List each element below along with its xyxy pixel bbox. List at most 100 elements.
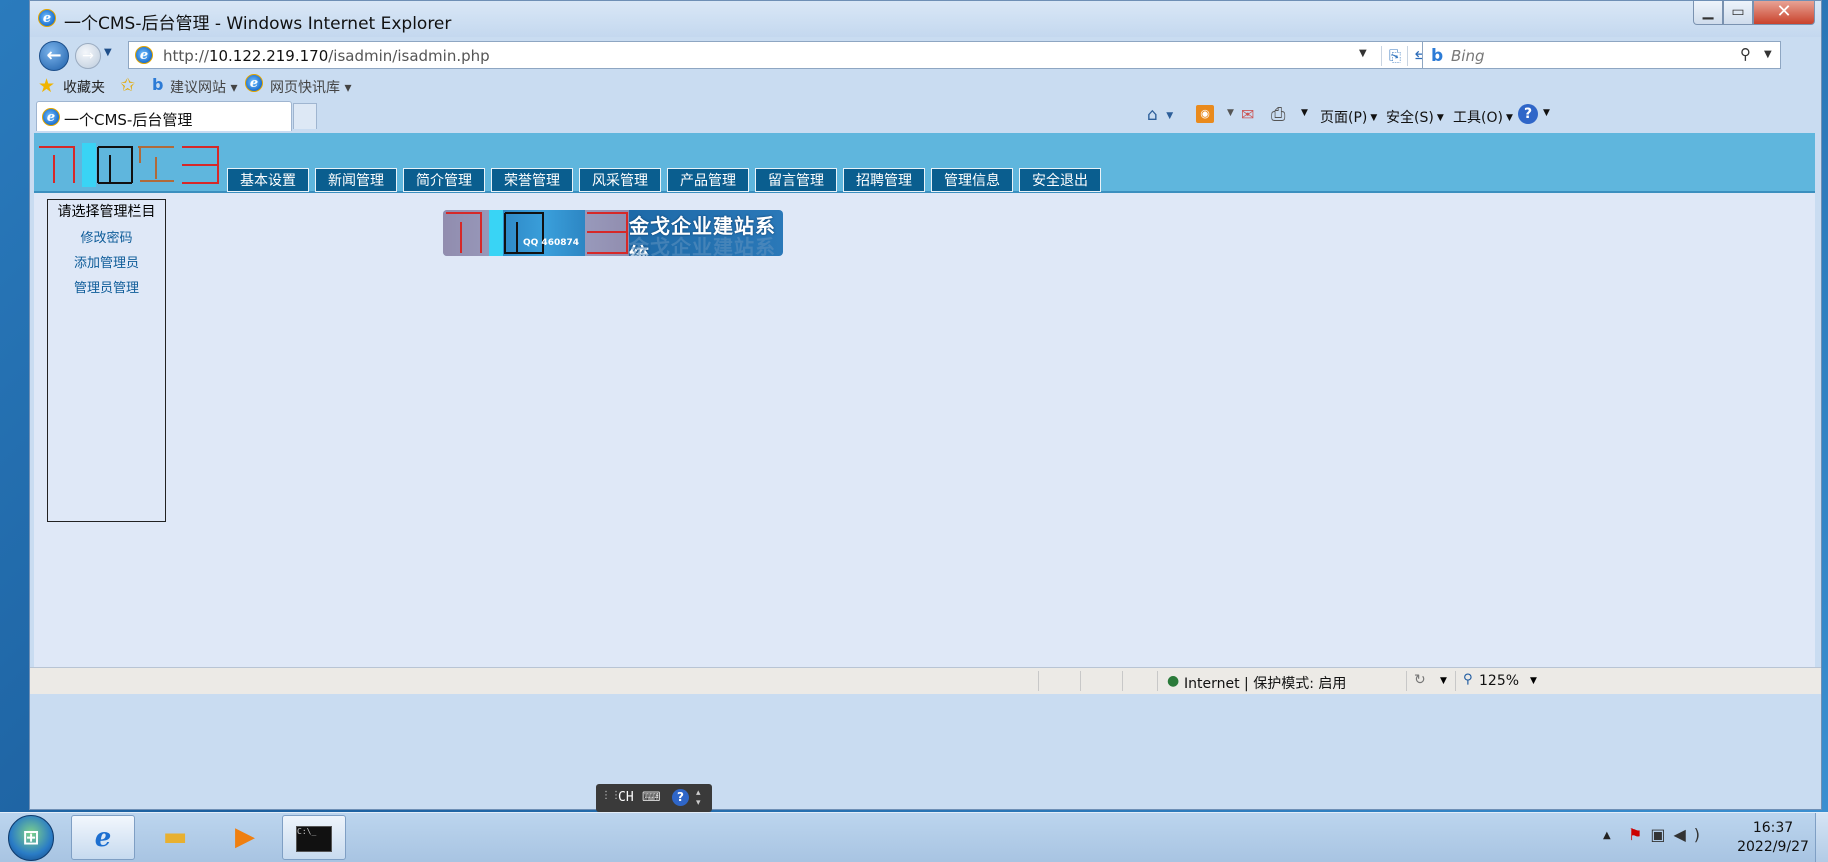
nav-news-management[interactable]: 新闻管理	[315, 168, 397, 192]
help-icon[interactable]: ?	[672, 789, 689, 806]
tab-bar: e 一个CMS-后台管理 ⌂ ▼ ◉ ▼ ✉ ⎙ ▼ 页面(P) ▼ 安全(S) ▼…	[30, 99, 1821, 133]
network-icon[interactable]: ▣	[1650, 825, 1673, 844]
security-zone-status[interactable]: Internet | 保护模式: 启用	[1184, 673, 1346, 693]
recent-pages-dropdown-icon[interactable]: ▼	[104, 47, 112, 58]
help-icon[interactable]: ?	[1518, 104, 1538, 124]
banner-qq: QQ 460874	[523, 238, 580, 248]
volume-icon[interactable]: ◀)	[1673, 825, 1708, 844]
address-dropdown-icon[interactable]: ▼	[1359, 48, 1367, 59]
ie-icon: e	[42, 108, 60, 126]
chevron-down-icon: ▼	[1436, 113, 1444, 123]
status-separator	[1455, 671, 1456, 691]
web-slice-gallery-button[interactable]: 网页快讯库 ▾	[270, 77, 351, 97]
chevron-down-icon[interactable]: ▼	[1440, 676, 1447, 686]
help-dropdown-icon[interactable]: ▼	[1543, 108, 1550, 118]
side-link-manage-admins[interactable]: 管理员管理	[48, 277, 165, 296]
favorites-star-icon[interactable]: ★	[38, 75, 55, 97]
nav-style-management[interactable]: 风采管理	[579, 168, 661, 192]
banner-title-reflection: 金戈企业建站系统	[629, 235, 776, 256]
home-icon[interactable]: ⌂ ▼	[1147, 105, 1173, 125]
tools-menu[interactable]: 工具(O) ▼	[1453, 107, 1513, 127]
ie-window: e 一个CMS-后台管理 - Windows Internet Explorer…	[29, 0, 1822, 810]
title-bar: e 一个CMS-后台管理 - Windows Internet Explorer…	[30, 1, 1821, 37]
chevron-down-icon: ▼	[1505, 113, 1513, 123]
page-icon: e	[135, 46, 153, 64]
status-separator	[1157, 671, 1158, 691]
popup-blocker-icon[interactable]: ↻	[1414, 672, 1426, 688]
nav-admin-info[interactable]: 管理信息	[931, 168, 1013, 192]
new-tab-button[interactable]	[293, 103, 317, 129]
status-separator	[1038, 671, 1039, 691]
search-icon[interactable]: ⚲	[1740, 45, 1751, 63]
status-separator	[1080, 671, 1081, 691]
zoom-dropdown-icon[interactable]: ▼	[1530, 676, 1537, 686]
chevron-down-icon: ▼	[1370, 113, 1378, 123]
navigation-bar: ← → ▼ e http://10.122.219.170/isadmin/is…	[30, 37, 1821, 75]
clock-date[interactable]: 2022/9/27	[1728, 839, 1818, 855]
mail-icon[interactable]: ✉	[1241, 105, 1254, 124]
address-url[interactable]: http://10.122.219.170/isadmin/isadmin.ph…	[163, 47, 490, 65]
window-title: 一个CMS-后台管理 - Windows Internet Explorer	[64, 14, 452, 34]
status-separator	[1122, 671, 1123, 691]
page-menu[interactable]: 页面(P) ▼	[1320, 107, 1377, 127]
forward-arrow-icon[interactable]: →	[75, 43, 101, 69]
command-prompt-icon[interactable]: C:\_	[282, 815, 346, 860]
url-host: 10.122.219.170	[208, 47, 329, 65]
favorites-bar: ★ 收藏夹 ✩ b 建议网站 ▾ e 网页快讯库 ▾	[30, 74, 1821, 99]
search-options-dropdown-icon[interactable]: ▼	[1764, 49, 1772, 60]
side-link-change-password[interactable]: 修改密码	[48, 227, 165, 246]
tab-cms-admin[interactable]: e 一个CMS-后台管理	[36, 101, 292, 131]
zoom-level[interactable]: 125%	[1479, 673, 1519, 689]
nav-intro-management[interactable]: 简介管理	[403, 168, 485, 192]
windows-start-icon[interactable]: ⊞	[8, 815, 54, 861]
status-separator	[1406, 671, 1407, 691]
ie-icon: e	[38, 9, 56, 27]
side-link-add-admin[interactable]: 添加管理员	[48, 252, 165, 271]
media-player-icon[interactable]: ▶	[213, 815, 277, 860]
safety-menu[interactable]: 安全(S) ▼	[1386, 107, 1444, 127]
address-bar[interactable]: e http://10.122.219.170/isadmin/isadmin.…	[128, 41, 1453, 69]
suggested-sites-button[interactable]: 建议网站 ▾	[170, 77, 237, 97]
minimize-button[interactable]: ▁	[1693, 1, 1723, 25]
zoom-icon[interactable]: ⚲	[1463, 672, 1473, 687]
search-placeholder[interactable]: Bing	[1451, 47, 1485, 65]
print-dropdown-icon[interactable]: ▼	[1301, 108, 1308, 118]
close-button[interactable]: ✕	[1753, 1, 1815, 25]
folder-icon[interactable]: ▬	[143, 815, 207, 860]
clock-time[interactable]: 16:37	[1743, 820, 1803, 836]
keyboard-icon[interactable]: ⌨	[642, 790, 661, 805]
compatibility-view-icon[interactable]: ⎘	[1381, 46, 1408, 66]
bing-icon: b	[1431, 46, 1444, 66]
nav-honor-management[interactable]: 荣誉管理	[491, 168, 573, 192]
nav-basic-settings[interactable]: 基本设置	[227, 168, 309, 192]
tray-icons: ⚑▣◀)	[1628, 825, 1708, 844]
url-path: /isadmin/isadmin.php	[328, 47, 490, 65]
cms-banner: QQ 460874 金戈企业建站系统 金戈企业建站系统	[443, 210, 783, 256]
rss-icon[interactable]: ◉	[1196, 105, 1214, 123]
feeds-dropdown-icon[interactable]: ▼	[1227, 108, 1234, 118]
side-menu-panel: 请选择管理栏目 修改密码 添加管理员 管理员管理	[47, 199, 166, 522]
cms-nav: 基本设置 新闻管理 简介管理 荣誉管理 风采管理 产品管理 留言管理 招聘管理 …	[227, 168, 1107, 192]
action-center-icon[interactable]: ⚑	[1628, 825, 1650, 844]
add-to-favorites-bar-icon[interactable]: ✩	[120, 75, 135, 96]
nav-message-management[interactable]: 留言管理	[755, 168, 837, 192]
back-arrow-icon[interactable]: ←	[39, 41, 69, 71]
options-icon[interactable]: ▴ ▾	[696, 788, 701, 808]
show-desktop-button[interactable]	[1815, 813, 1828, 862]
search-box[interactable]: b Bing ⚲ ▼	[1422, 41, 1781, 69]
taskbar-ie-button[interactable]: e	[71, 815, 135, 860]
taskbar: ⊞ e ▬ ▶ C:\_ ▲ ⚑▣◀) 16:37 2022/9/27	[0, 812, 1828, 862]
language-bar: ⋮⋮ CH ⌨ ? ▴ ▾	[596, 784, 712, 812]
banner-logo	[443, 210, 629, 256]
show-hidden-icons-icon[interactable]: ▲	[1603, 830, 1611, 841]
nav-logout[interactable]: 安全退出	[1019, 168, 1101, 192]
page-menu-label: 页面(P)	[1320, 110, 1368, 126]
input-language[interactable]: CH	[618, 790, 634, 805]
printer-icon[interactable]: ⎙	[1271, 104, 1285, 125]
favorites-button[interactable]: 收藏夹	[63, 77, 105, 97]
maximize-button[interactable]: ▭	[1723, 1, 1753, 25]
nav-product-management[interactable]: 产品管理	[667, 168, 749, 192]
globe-icon: ●	[1167, 673, 1180, 689]
nav-recruit-management[interactable]: 招聘管理	[843, 168, 925, 192]
status-bar: ● Internet | 保护模式: 启用 ↻ ▼ ⚲ 125% ▼	[30, 667, 1821, 694]
